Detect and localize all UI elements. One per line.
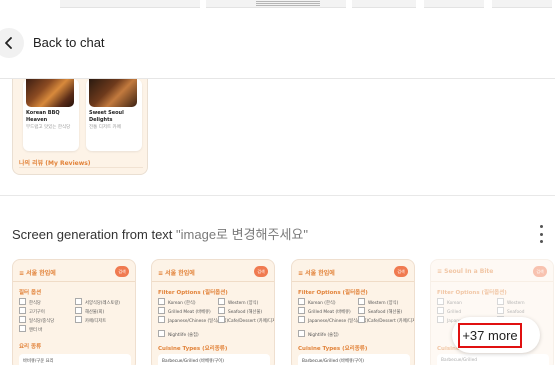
place-title: Sweet Seoul Delights — [89, 110, 124, 123]
thumb-option: 고기구이 — [19, 307, 45, 316]
thumb-option: Grilled Meat (바베큐) — [298, 307, 351, 316]
thumb-option: Korean (한식) — [298, 298, 336, 307]
thumb-panel: Barbecue/Grilled (바베큐/구이) — [298, 354, 410, 365]
thumb-panel-text: Barbecue/Grilled (바베큐/구이) — [302, 359, 364, 364]
thumb-divider — [292, 281, 414, 282]
thumb-option: Western (양식) — [358, 298, 398, 307]
thumb-option: 일식당/중식당 — [19, 316, 54, 325]
thumb-panel: Barbecue/Grilled — [437, 354, 549, 365]
reviews-title: 나의 리뷰 (My Reviews) — [19, 160, 91, 167]
screen-preview-card[interactable]: Korean BBQ Heaven 부드럽고 맛있는 한식당 Sweet Seo… — [12, 79, 148, 175]
generated-screen-thumb[interactable]: ≡ 서울 한입에 검색 필터 옵션 한식당 서양식당(레스토랑) 고기구이 해산… — [12, 259, 136, 365]
thumb-option: 앤터 바 — [19, 325, 42, 334]
previous-thumb[interactable] — [352, 0, 416, 8]
thumb-section-title: Filter Options (필터옵션) — [298, 290, 368, 296]
thumb-option: Korean — [437, 298, 462, 307]
previous-thumb-text — [256, 0, 320, 8]
reviews-box — [19, 167, 143, 174]
thumb-option: Seafood (해산물) — [218, 307, 262, 316]
thumb-badge: 검색 — [533, 266, 547, 277]
place-subtitle: 전통 디저트 카페 — [89, 125, 121, 130]
previous-thumb[interactable] — [492, 0, 552, 8]
place-photo — [26, 79, 74, 107]
thumb-option: Nightlife (술집) — [298, 330, 339, 339]
generation-title: Screen generation from text "image로 변경해주… — [12, 224, 308, 243]
place-card: Sweet Seoul Delights 전통 디저트 카페 — [86, 79, 142, 151]
thumb-app-title: ≡ 서울 한입에 — [19, 270, 56, 277]
place-photo — [89, 79, 137, 107]
thumb-option: Western — [497, 298, 525, 307]
thumb-section-title: Cuisine Types (요리종류) — [158, 346, 228, 352]
app-root: Back to chat Korean BBQ Heaven 부드럽고 맛있는 … — [0, 0, 555, 365]
place-subtitle: 부드럽고 맛있는 한식당 — [26, 125, 71, 130]
previous-thumb[interactable] — [424, 0, 484, 8]
place-title: Korean BBQ Heaven — [26, 110, 60, 123]
previous-thumb[interactable] — [60, 0, 200, 8]
thumb-app-title: ≡ Seoul In a Bite — [437, 268, 494, 275]
dot-icon — [539, 232, 543, 236]
header: Back to chat — [0, 14, 555, 72]
thumb-section-title: Filter Options (필터옵션) — [158, 290, 228, 296]
generated-screen-thumb[interactable]: ≡ 서울 한입에 검색 Filter Options (필터옵션) Korean… — [291, 259, 415, 365]
thumb-divider — [152, 281, 274, 282]
previous-screens-strip — [0, 0, 555, 14]
thumb-option: Korean (한식) — [158, 298, 196, 307]
back-button[interactable] — [0, 28, 24, 58]
thumb-option: Seafood — [497, 307, 525, 316]
place-card: Korean BBQ Heaven 부드럽고 맛있는 한식당 — [23, 79, 79, 151]
thumb-panel: 바비큐/구운 요리 — [19, 354, 131, 365]
thumb-option: 서양식당(레스토랑) — [75, 298, 120, 307]
thumb-option: 카페/디저트 — [75, 316, 106, 325]
thumb-option: Grilled Meat (바베큐) — [158, 307, 211, 316]
thumb-panel-text: 바비큐/구운 요리 — [23, 359, 54, 364]
thumb-section-title: 요리 종류 — [19, 344, 42, 350]
thumb-app-title: ≡ 서울 한입에 — [158, 270, 195, 277]
thumb-badge: 검색 — [394, 266, 408, 277]
thumb-divider — [13, 281, 135, 282]
thumb-badge: 검색 — [115, 266, 129, 277]
section-divider — [0, 195, 555, 196]
thumb-option: 한식당 — [19, 298, 41, 307]
thumb-option: Cafe/Dessert (카페/디저트) — [358, 316, 414, 325]
chevron-left-icon — [5, 37, 12, 49]
thumb-app-title: ≡ 서울 한입에 — [298, 270, 335, 277]
thumb-badge: 검색 — [254, 266, 268, 277]
generation-prompt: "image로 변경해주세요" — [176, 227, 308, 242]
dot-icon — [539, 225, 543, 228]
generation-title-prefix: Screen generation from text — [12, 227, 177, 242]
more-screens-button[interactable]: +37 more — [458, 323, 522, 348]
thumb-option: Nightlife (술집) — [158, 330, 199, 339]
more-options-button[interactable] — [536, 225, 546, 243]
thumb-section-title: Cuisine Types (요리종류) — [298, 346, 368, 352]
thumb-section-title: 필터 옵션 — [19, 290, 42, 296]
thumb-option: Western (양식) — [218, 298, 258, 307]
thumb-section-title: Filter Options (필터옵션) — [437, 290, 507, 296]
thumb-panel-text: Barbecue/Grilled — [441, 358, 477, 363]
back-to-chat-link[interactable]: Back to chat — [33, 35, 105, 50]
thumb-option: 해산물(회) — [75, 307, 104, 316]
thumb-option: Cafe/Dessert (카페/디저트) — [218, 316, 274, 325]
thumb-option: Grilled — [437, 307, 461, 316]
thumb-panel: Barbecue/Grilled (바베큐/구이) — [158, 354, 270, 365]
dot-icon — [539, 240, 543, 243]
thumb-option: Seafood (해산물) — [358, 307, 402, 316]
generated-screen-thumb[interactable]: ≡ 서울 한입에 검색 Filter Options (필터옵션) Korean… — [151, 259, 275, 365]
thumb-panel-text: Barbecue/Grilled (바베큐/구이) — [162, 359, 224, 364]
thumb-divider — [431, 281, 553, 282]
